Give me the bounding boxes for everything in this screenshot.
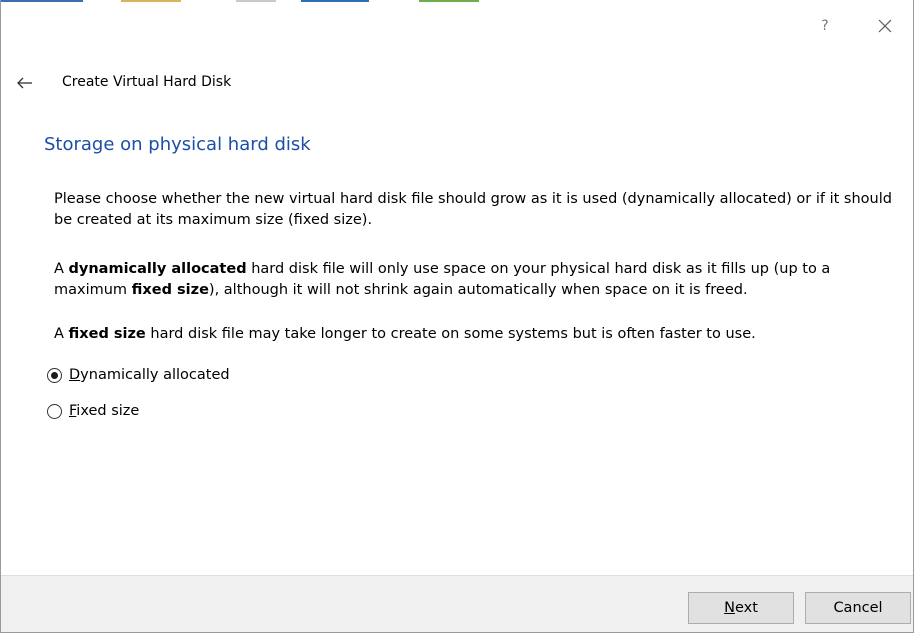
description-paragraph-3: A fixed size hard disk file may take lon… xyxy=(54,324,904,345)
create-virtual-hard-disk-dialog: ? Create Virtual Hard Disk Storage on ph… xyxy=(0,0,914,633)
wizard-header: Create Virtual Hard Disk xyxy=(1,66,913,100)
radio-label-fixed-size[interactable]: Fixed size xyxy=(69,403,139,419)
text-span: A xyxy=(54,261,69,277)
bold-term-dynamically-allocated: dynamically allocated xyxy=(68,261,247,277)
bold-term-fixed-size: fixed size xyxy=(131,282,209,298)
help-glyph: ? xyxy=(821,18,829,34)
button-label: ext xyxy=(734,600,758,616)
cancel-button[interactable]: Cancel xyxy=(805,592,911,624)
radio-fixed-size[interactable]: Fixed size xyxy=(47,400,139,422)
mnemonic-letter: D xyxy=(69,367,81,383)
label-text: ynamically allocated xyxy=(80,367,230,383)
radio-button-checked[interactable] xyxy=(47,367,62,383)
radio-dynamically-allocated[interactable]: Dynamically allocated xyxy=(47,364,230,386)
close-icon-glyph xyxy=(878,19,892,33)
text-span: ), although it will not shrink again aut… xyxy=(208,282,748,298)
radio-button-unchecked[interactable] xyxy=(47,403,62,419)
mnemonic-letter: N xyxy=(724,600,735,616)
radio-dot xyxy=(51,371,58,379)
text-span: A xyxy=(54,326,69,342)
text-span: hard disk file may take longer to create… xyxy=(145,326,756,342)
label-text: ixed size xyxy=(76,403,140,419)
description-paragraph-2: A dynamically allocated hard disk file w… xyxy=(54,259,904,301)
wizard-title: Create Virtual Hard Disk xyxy=(62,74,232,90)
question-mark-icon[interactable]: ? xyxy=(811,12,839,40)
back-arrow-glyph xyxy=(17,77,32,89)
radio-label-dynamically-allocated[interactable]: Dynamically allocated xyxy=(69,367,230,383)
next-button[interactable]: Next xyxy=(688,592,794,624)
description-paragraph-1: Please choose whether the new virtual ha… xyxy=(54,191,892,228)
page-heading: Storage on physical hard disk xyxy=(44,134,311,155)
button-bar: Next Cancel xyxy=(1,575,913,632)
bold-term-fixed-size: fixed size xyxy=(68,326,146,342)
back-arrow-icon[interactable] xyxy=(13,71,37,95)
close-icon[interactable] xyxy=(867,10,903,42)
title-bar: ? xyxy=(1,0,913,54)
